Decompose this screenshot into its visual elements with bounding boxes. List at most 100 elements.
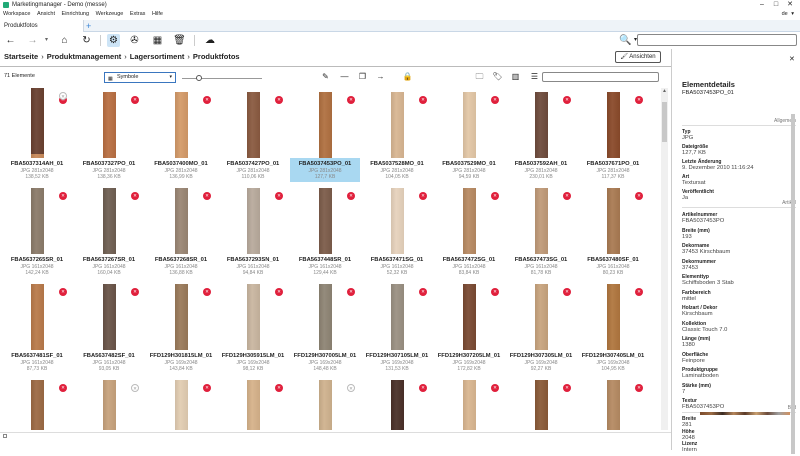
status-flag-icon[interactable]: ✕ (419, 384, 427, 392)
status-flag-icon[interactable]: ✕ (563, 192, 571, 200)
thumbnail-tile[interactable]: ✕ FBA5037529MO_01 JPG 281x2048 94,59 KB (434, 92, 504, 188)
thumbnail-tile[interactable]: ✕ FBA5637268SR_01 JPG 161x2048 136,88 KB (146, 188, 216, 284)
forward-arrow-icon[interactable]: → (26, 34, 39, 47)
menu-einrichtung[interactable]: Einrichtung (62, 11, 90, 17)
thumbnail-tile[interactable]: ✕ FBA5037592AH_01 JPG 281x2048 230,01 KB (506, 92, 576, 188)
status-flag-icon[interactable]: ✕ (635, 192, 643, 200)
status-flag-icon[interactable]: ✕ (563, 288, 571, 296)
status-flag-icon[interactable]: ✕ (347, 384, 355, 392)
status-flag-icon[interactable]: ✕ (275, 384, 283, 392)
thumbnail-tile[interactable]: ✕ FFD129H305915LM_01 JPG 169x2048 98,12 KB (218, 284, 288, 380)
thumbnail-tile[interactable]: ✕ (74, 380, 144, 430)
thumbnail-tile[interactable]: ✕ FBA5637265SR_01 JPG 161x2048 142,24 KB (2, 188, 72, 284)
tab-produktfotos[interactable]: Produktfotos (0, 20, 84, 32)
thumbnail-tile[interactable]: ✕ (146, 380, 216, 430)
grid-scrollbar[interactable]: ▲ (661, 88, 668, 430)
minimize-icon[interactable]: – (757, 0, 767, 10)
maximize-icon[interactable]: □ (771, 0, 781, 10)
folder-icon[interactable]: 🗀 (474, 71, 485, 83)
cloud-sync-icon[interactable]: ☁ (202, 34, 218, 47)
status-flag-icon[interactable]: ✕ (131, 288, 139, 296)
status-flag-icon[interactable]: ✕ (59, 192, 67, 200)
back-arrow-icon[interactable]: ← (4, 34, 17, 47)
thumbnail-tile[interactable]: ✕ FBA5637482SF_01 JPG 161x2048 93,05 KB (74, 284, 144, 380)
thumbnail-size-slider[interactable] (182, 75, 262, 81)
thumbnail-tile[interactable]: ✕ FBA5637267SR_01 JPG 161x2048 160,04 KB (74, 188, 144, 284)
thumbnail-tile[interactable]: ✕ FBA5037671PO_01 JPG 281x2048 117,37 KB (578, 92, 648, 188)
thumbnail-tile[interactable]: ✕ (434, 380, 504, 430)
trash-icon[interactable]: 🗑 (173, 34, 186, 47)
status-flag-icon[interactable]: ✕ (275, 288, 283, 296)
status-flag-icon[interactable]: ✕ (347, 96, 355, 104)
status-flag-icon[interactable]: ✕ (491, 96, 499, 104)
tools-wrench-icon[interactable]: ✇ (128, 34, 141, 47)
status-flag-icon[interactable]: ✕ (131, 384, 139, 392)
status-flag-icon[interactable]: ✕ (131, 96, 139, 104)
ansichten-button[interactable]: 🖌 Ansichten (615, 51, 661, 63)
status-flag-icon[interactable]: ✕ (563, 384, 571, 392)
status-flag-icon[interactable]: ✕ (419, 192, 427, 200)
close-icon[interactable]: ✕ (785, 0, 795, 10)
status-flag-icon[interactable]: ✕ (59, 288, 67, 296)
settings-gear-icon[interactable]: ⚙ (107, 34, 120, 47)
columns-icon[interactable]: ▥ (510, 71, 521, 83)
thumbnail-tile[interactable]: ✕ FBA5637480SF_01 JPG 161x2048 80,23 KB (578, 188, 648, 284)
thumbnail-tile[interactable]: ✕ FBA5037528MO_01 JPG 281x2048 104,05 KB (362, 92, 432, 188)
status-flag-icon[interactable]: ✕ (203, 192, 211, 200)
breadcrumb-produktmanagement[interactable]: Produktmanagement (47, 52, 122, 61)
menu-workspace[interactable]: Workspace (3, 11, 30, 17)
home-icon[interactable]: ⌂ (58, 34, 71, 47)
thumbnail-tile[interactable]: ✕ FBA5637471SG_01 JPG 161x2048 52,32 KB (362, 188, 432, 284)
global-search-input[interactable] (637, 34, 797, 46)
close-panel-icon[interactable]: ✕ (789, 55, 795, 63)
filter-input[interactable] (542, 72, 659, 82)
lock-icon[interactable]: 🔒 (402, 71, 413, 83)
status-flag-icon[interactable]: ✕ (635, 384, 643, 392)
tag-icon[interactable]: 🏷 (492, 71, 503, 83)
thumbnail-tile[interactable]: ✕ FFD129H307005LM_01 JPG 169x2048 148,48 KB (290, 284, 360, 380)
status-flag-icon[interactable]: ✕ (491, 384, 499, 392)
thumbnail-tile[interactable]: ✕ FFD129H307305LM_01 JPG 169x2048 92,27 KB (506, 284, 576, 380)
menu-ansicht[interactable]: Ansicht (37, 11, 55, 17)
thumbnail-tile[interactable]: ✕ FBA5637472SG_01 JPG 161x2048 83,84 KB (434, 188, 504, 284)
status-flag-icon[interactable]: ✕ (491, 192, 499, 200)
minus-icon[interactable]: — (339, 71, 350, 83)
status-flag-icon[interactable]: ✕ (275, 192, 283, 200)
thumbnail-tile[interactable]: ✕ (362, 380, 432, 430)
scroll-up-icon[interactable]: ▲ (661, 88, 668, 95)
language-selector[interactable]: de ▾ (779, 10, 794, 19)
thumbnail-tile[interactable]: ✕ FBA5037400MO_01 JPG 281x2048 136,99 KB (146, 92, 216, 188)
thumbnail-tile[interactable]: ✕ (506, 380, 576, 430)
thumbnail-tile[interactable]: ✕ FBA5637473SG_01 JPG 161x2048 81,78 KB (506, 188, 576, 284)
status-flag-icon[interactable]: ✕ (59, 92, 67, 100)
status-flag-icon[interactable]: ✕ (419, 96, 427, 104)
breadcrumb-lagersortiment[interactable]: Lagersortiment (130, 52, 185, 61)
breadcrumb-startseite[interactable]: Startseite (4, 52, 38, 61)
view-mode-select[interactable]: ▦ Symbole ▾ (104, 72, 176, 83)
thumbnail-tile[interactable]: ✕ FFD129H307405LM_01 JPG 169x2048 104,95 KB (578, 284, 648, 380)
thumbnail-tile[interactable]: ✕ FBA5037453PO_01 JPG 281x2048 127,7 KB (290, 92, 360, 188)
thumbnail-tile[interactable]: ✕ (2, 88, 72, 184)
slider-knob[interactable] (196, 75, 202, 81)
grid-scrollbar-thumb[interactable] (662, 102, 667, 142)
move-arrow-icon[interactable]: → (375, 71, 386, 83)
add-tab-icon[interactable]: + (86, 20, 91, 32)
thumbnail-tile[interactable]: ✕ (2, 380, 72, 430)
thumbnail-tile[interactable]: ✕ (578, 380, 648, 430)
edit-pencil-icon[interactable]: ✎ (320, 71, 331, 83)
thumbnail-tile[interactable]: ✕ FBA5637293SN_01 JPG 161x2048 94,84 KB (218, 188, 288, 284)
status-flag-icon[interactable]: ✕ (635, 288, 643, 296)
status-flag-icon[interactable]: ✕ (203, 288, 211, 296)
status-flag-icon[interactable]: ✕ (635, 96, 643, 104)
panel-scrollbar-thumb[interactable] (791, 114, 795, 454)
panel-scrollbar[interactable] (790, 106, 796, 456)
status-flag-icon[interactable]: ✕ (131, 192, 139, 200)
copy-icon[interactable]: ❐ (357, 71, 368, 83)
status-flag-icon[interactable]: ✕ (203, 384, 211, 392)
menu-werkzeuge[interactable]: Werkzeuge (96, 11, 124, 17)
thumbnail-tile[interactable]: ✕ FBA5037327PO_01 JPG 281x2048 138,36 KB (74, 92, 144, 188)
filter-icon[interactable]: ☰ (529, 71, 540, 83)
status-flag-icon[interactable]: ✕ (347, 288, 355, 296)
thumbnail-tile[interactable]: ✕ (218, 380, 288, 430)
thumbnail-tile[interactable]: ✕ (290, 380, 360, 430)
